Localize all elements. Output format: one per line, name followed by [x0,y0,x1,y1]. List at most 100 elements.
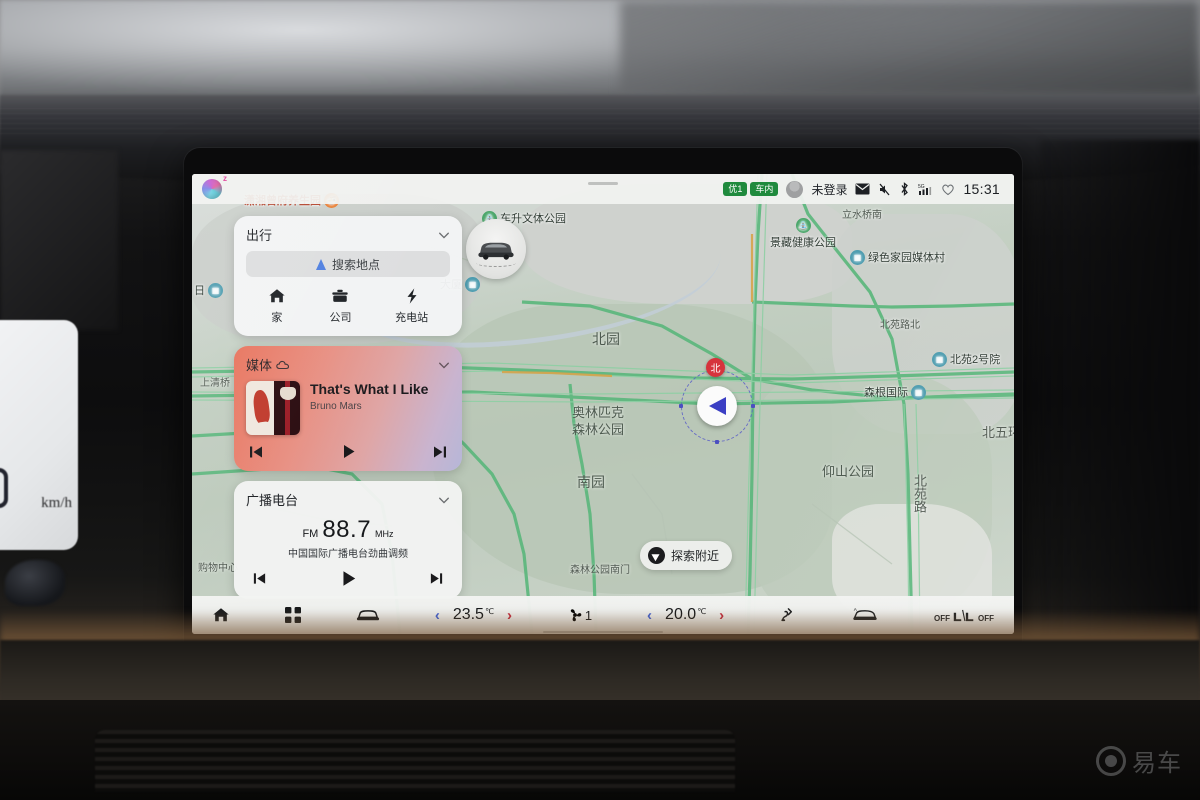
compass-icon [648,547,665,564]
cluster-speed-unit: km/h [41,495,72,511]
avatar[interactable] [786,180,804,198]
login-status-label[interactable]: 未登录 [811,181,847,198]
shortcut-home[interactable]: 家 [268,287,286,325]
heart-icon[interactable] [941,183,955,196]
mail-icon[interactable] [855,183,870,195]
right-interior-shadow [1040,140,1200,640]
shortcut-charging[interactable]: 充电站 [395,287,428,325]
status-bar-right-group: 优1 车内 未登录 5G 15:31 [723,180,1000,198]
media-card[interactable]: 媒体 That's What I Like Bruno Mars [234,346,462,471]
radio-frequency-unit: MHz [375,529,394,539]
compass-tick-west [679,404,683,408]
gps-puck [697,386,737,426]
radio-frequency: FM 88.7 MHz [246,516,450,544]
play-icon[interactable] [340,443,357,460]
album-art-figure [251,389,272,425]
skip-back-icon[interactable] [252,571,267,586]
status-bar-handle[interactable] [588,182,618,185]
map-poi-label: 绿色家园媒体村 [868,252,945,264]
map-street-label: 森林公园南门 [570,565,630,576]
map-poi[interactable]: ⛲ 景藏健康公园 [770,218,836,250]
travel-card-title: 出行 [246,228,273,243]
bolt-icon [407,288,417,304]
gps-position-marker [679,370,755,444]
status-badges: 优1 车内 [723,181,779,197]
search-location-label: 搜索地点 [331,257,380,272]
dashboard-vent [0,108,1200,136]
briefcase-icon [332,289,349,302]
map-poi[interactable]: 日 ▦ [194,282,223,298]
radio-card-title: 广播电台 [246,493,299,508]
mute-icon[interactable] [878,183,891,196]
park-icon: ⛲ [795,218,811,233]
chevron-down-icon[interactable] [438,494,450,506]
center-display-screen[interactable]: 北园 奥林匹克 森林公园 南园 仰山公园 立水桥南 北苑路北 北五环 北苑路 森… [192,174,1014,634]
media-card-body: That's What I Like Bruno Mars [246,381,450,435]
radio-card-header: 广播电台 [246,490,450,509]
shortcut-home-label: 家 [271,312,283,324]
map-street-label: 北苑路 [912,474,927,513]
car-3d-view[interactable] [466,219,526,279]
gps-arrow-icon [708,397,726,415]
skip-forward-icon[interactable] [432,444,448,460]
navigation-arrow-icon [315,258,326,270]
map-area-label: 北园 [592,331,620,347]
door-trim [0,150,118,330]
travel-card-header: 出行 [246,225,450,244]
building-icon: ▦ [208,282,223,298]
travel-shortcuts: 家 公司 充电站 [246,287,450,325]
radio-controls [246,569,450,588]
shortcut-charging-label: 充电站 [395,312,429,324]
map-poi[interactable]: 森根国际 ▦ [864,384,926,400]
shortcut-work[interactable]: 公司 [329,287,351,325]
svg-text:5G: 5G [918,184,925,190]
skip-forward-icon[interactable] [429,571,444,586]
explore-nearby-label: 探索附近 [671,549,720,563]
building-icon: ▦ [465,276,480,292]
widget-card-stack: 出行 搜索地点 家 公司 充电站 媒体 That's What I Like B… [234,216,462,599]
status-bar: z 优1 车内 未登录 5G 15:31 [192,174,1014,204]
building-icon: ▦ [932,351,947,367]
clock: 15:31 [963,181,1000,197]
play-icon[interactable] [339,569,358,588]
map-poi-label: 北苑2号院 [950,354,1001,366]
map-street-label: 购物中心 [198,563,238,574]
status-badge[interactable]: 车内 [750,181,779,197]
radio-frequency-value: 88.7 [322,516,372,543]
status-badge[interactable]: 优1 [723,181,748,197]
home-icon [269,289,285,303]
album-art[interactable] [246,381,300,435]
bluetooth-icon[interactable] [899,182,910,196]
instrument-cluster: km/h [0,320,78,550]
assistant-orb-icon[interactable]: z [202,174,227,199]
map-poi-label: 森根国际 [864,387,908,399]
watermark-logo-icon [1096,745,1126,776]
chevron-down-icon[interactable] [438,229,450,241]
map-street-label: 上清桥 [200,378,230,389]
map-area-label: 南园 [577,474,605,490]
center-display-bezel: 北园 奥林匹克 森林公园 南园 仰山公园 立水桥南 北苑路北 北五环 北苑路 森… [184,148,1022,658]
watermark-text: 易车 [1132,750,1182,777]
map-street-label: 立水桥南 [842,210,882,221]
track-artist: Bruno Mars [310,400,362,412]
cloud-icon [276,360,290,369]
media-controls [246,443,450,460]
radio-band: FM [302,528,319,540]
media-card-title: 媒体 [246,355,290,374]
radio-card[interactable]: 广播电台 FM 88.7 MHz 中国国际广播电台劲曲调频 [234,481,462,599]
explore-nearby-button[interactable]: 探索附近 [640,541,733,570]
search-location-button[interactable]: 搜索地点 [246,251,450,277]
track-title: That's What I Like [310,381,429,397]
media-card-title-text: 媒体 [246,358,273,373]
chevron-down-icon[interactable] [438,359,450,371]
sleep-badge: z [223,174,227,183]
building-icon: ▦ [850,249,865,265]
map-poi-label: 日 [194,285,205,297]
skip-back-icon[interactable] [248,444,264,460]
map-poi[interactable]: ▦ 绿色家园媒体村 [850,249,945,265]
map-poi[interactable]: ▦ 北苑2号院 [932,351,1000,367]
travel-card[interactable]: 出行 搜索地点 家 公司 充电站 [234,216,462,336]
map-street-label: 北五环 [982,425,1014,440]
radio-station-name: 中国国际广播电台劲曲调频 [288,549,408,560]
signal-icon[interactable]: 5G [918,183,933,196]
